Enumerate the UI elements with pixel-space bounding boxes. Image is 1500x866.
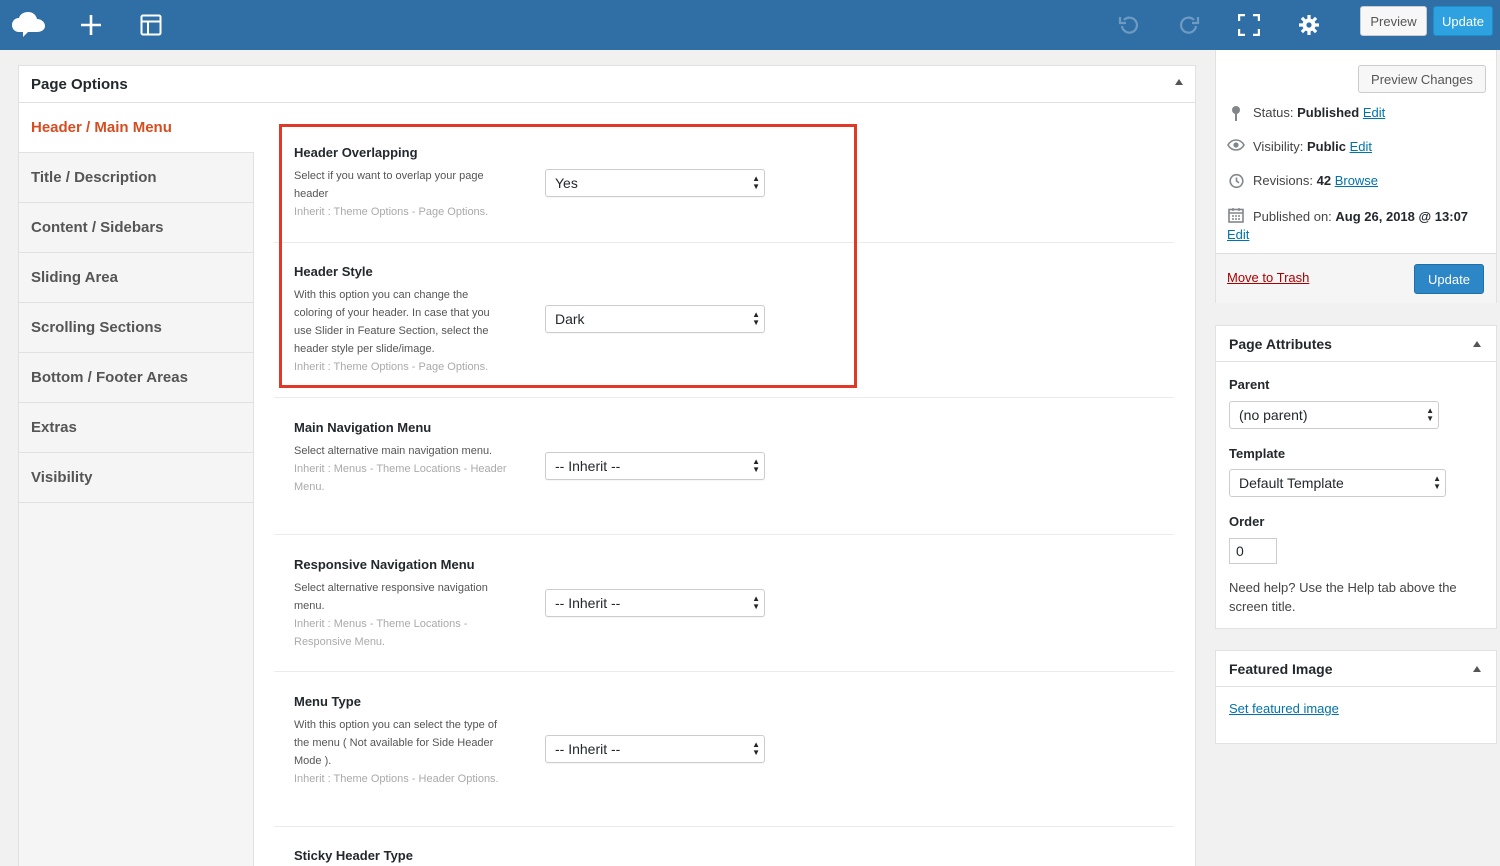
- set-featured-image-link[interactable]: Set featured image: [1229, 701, 1339, 716]
- select-arrows-icon: ▲ ▼: [1433, 474, 1441, 491]
- revisions-row: Revisions: 42 Browse: [1227, 173, 1378, 189]
- option-sticky-header-type: Sticky Header Type: [274, 827, 1174, 866]
- select-arrows-icon: ▲ ▼: [752, 594, 760, 611]
- select-arrows-icon: ▲ ▼: [1426, 406, 1434, 423]
- status-row: Status: Published Edit: [1227, 105, 1385, 121]
- responsive-navigation-select[interactable]: -- Inherit -- ▲ ▼: [545, 589, 765, 617]
- tab-scrolling-sections[interactable]: Scrolling Sections: [19, 303, 253, 353]
- featured-image-header: Featured Image: [1216, 651, 1496, 687]
- option-description: With this option you can select the type…: [294, 719, 499, 785]
- preview-button[interactable]: Preview: [1360, 6, 1427, 36]
- tab-sliding-area[interactable]: Sliding Area: [19, 253, 253, 303]
- tab-content-sidebars[interactable]: Content / Sidebars: [19, 203, 253, 253]
- page-attributes-box: Page Attributes Parent (no parent) ▲ ▼ Te…: [1215, 325, 1497, 629]
- option-menu-type: Menu Type With this option you can selec…: [274, 672, 1174, 827]
- page-attributes-header: Page Attributes: [1216, 326, 1496, 362]
- move-to-trash-link[interactable]: Move to Trash: [1227, 270, 1309, 285]
- help-text: Need help? Use the Help tab above the sc…: [1229, 580, 1457, 614]
- eye-icon: [1227, 139, 1245, 151]
- option-title: Header Style: [294, 264, 373, 279]
- publish-footer: Move to Trash Update: [1216, 253, 1496, 303]
- header-overlapping-select[interactable]: Yes ▲ ▼: [545, 169, 765, 197]
- header-style-select[interactable]: Dark ▲ ▼: [545, 305, 765, 333]
- published-on-row: Published on: Aug 26, 2018 @ 13:07: [1227, 207, 1487, 227]
- plus-icon[interactable]: [73, 7, 109, 43]
- edit-status-link[interactable]: Edit: [1363, 105, 1385, 120]
- option-header-overlapping: Header Overlapping Select if you want to…: [274, 103, 1174, 243]
- order-input[interactable]: 0: [1229, 538, 1277, 564]
- tab-visibility[interactable]: Visibility: [19, 453, 253, 503]
- options-content: Header Overlapping Select if you want to…: [274, 103, 1174, 866]
- option-main-navigation-menu: Main Navigation Menu Select alternative …: [274, 398, 1174, 535]
- fullscreen-icon[interactable]: [1231, 7, 1267, 43]
- tab-extras[interactable]: Extras: [19, 403, 253, 453]
- page-options-panel: Page Options Header / Main Menu Title / …: [18, 65, 1196, 866]
- select-arrows-icon: ▲ ▼: [752, 174, 760, 191]
- logo-cloud-icon[interactable]: [11, 7, 47, 43]
- option-description: With this option you can change the colo…: [294, 289, 490, 373]
- parent-select[interactable]: (no parent) ▲ ▼: [1229, 401, 1439, 429]
- option-responsive-navigation-menu: Responsive Navigation Menu Select altern…: [274, 535, 1174, 672]
- tab-bottom-footer-areas[interactable]: Bottom / Footer Areas: [19, 353, 253, 403]
- collapse-arrow-icon[interactable]: [1473, 341, 1481, 347]
- select-arrows-icon: ▲ ▼: [752, 310, 760, 327]
- redo-icon[interactable]: [1171, 7, 1207, 43]
- template-select[interactable]: Default Template ▲ ▼: [1229, 469, 1446, 497]
- collapse-arrow-icon[interactable]: [1175, 79, 1183, 85]
- preview-changes-button[interactable]: Preview Changes: [1358, 65, 1486, 93]
- calendar-icon: [1227, 207, 1245, 223]
- publish-box: Preview Changes Status: Published Edit V…: [1215, 50, 1497, 303]
- pin-icon: [1227, 105, 1245, 121]
- page-options-header: Page Options: [19, 66, 1195, 103]
- option-title: Main Navigation Menu: [294, 420, 432, 435]
- option-description: Select alternative main navigation menu.…: [294, 445, 507, 493]
- edit-visibility-link[interactable]: Edit: [1350, 139, 1372, 154]
- option-title: Header Overlapping: [294, 145, 418, 160]
- layout-icon[interactable]: [133, 7, 169, 43]
- tab-title-description[interactable]: Title / Description: [19, 153, 253, 203]
- option-header-style: Header Style With this option you can ch…: [274, 243, 1174, 398]
- visibility-row: Visibility: Public Edit: [1227, 139, 1372, 154]
- select-arrows-icon: ▲ ▼: [752, 740, 760, 757]
- option-title: Sticky Header Type: [294, 848, 413, 863]
- panel-title: Page Options: [31, 75, 128, 93]
- option-description: Select alternative responsive navigation…: [294, 582, 488, 648]
- option-description: Select if you want to overlap your page …: [294, 170, 489, 218]
- gear-icon[interactable]: [1291, 7, 1327, 43]
- option-title: Responsive Navigation Menu: [294, 557, 475, 572]
- tab-header-main-menu[interactable]: Header / Main Menu: [19, 103, 254, 153]
- order-label: Order: [1229, 514, 1265, 529]
- undo-icon[interactable]: [1111, 7, 1147, 43]
- featured-image-box: Featured Image Set featured image: [1215, 650, 1497, 744]
- edit-date-row: Edit: [1227, 227, 1249, 242]
- collapse-arrow-icon[interactable]: [1473, 666, 1481, 672]
- publish-update-button[interactable]: Update: [1414, 264, 1484, 294]
- options-tabs: Header / Main Menu Title / Description C…: [19, 103, 254, 866]
- template-label: Template: [1229, 446, 1286, 461]
- main-navigation-select[interactable]: -- Inherit -- ▲ ▼: [545, 452, 765, 480]
- browse-revisions-link[interactable]: Browse: [1335, 173, 1378, 188]
- history-icon: [1227, 173, 1245, 189]
- option-title: Menu Type: [294, 694, 361, 709]
- top-toolbar: Preview Update: [0, 0, 1500, 50]
- edit-date-link[interactable]: Edit: [1227, 227, 1249, 242]
- menu-type-select[interactable]: -- Inherit -- ▲ ▼: [545, 735, 765, 763]
- parent-label: Parent: [1229, 377, 1270, 392]
- select-arrows-icon: ▲ ▼: [752, 457, 760, 474]
- update-button[interactable]: Update: [1433, 6, 1493, 36]
